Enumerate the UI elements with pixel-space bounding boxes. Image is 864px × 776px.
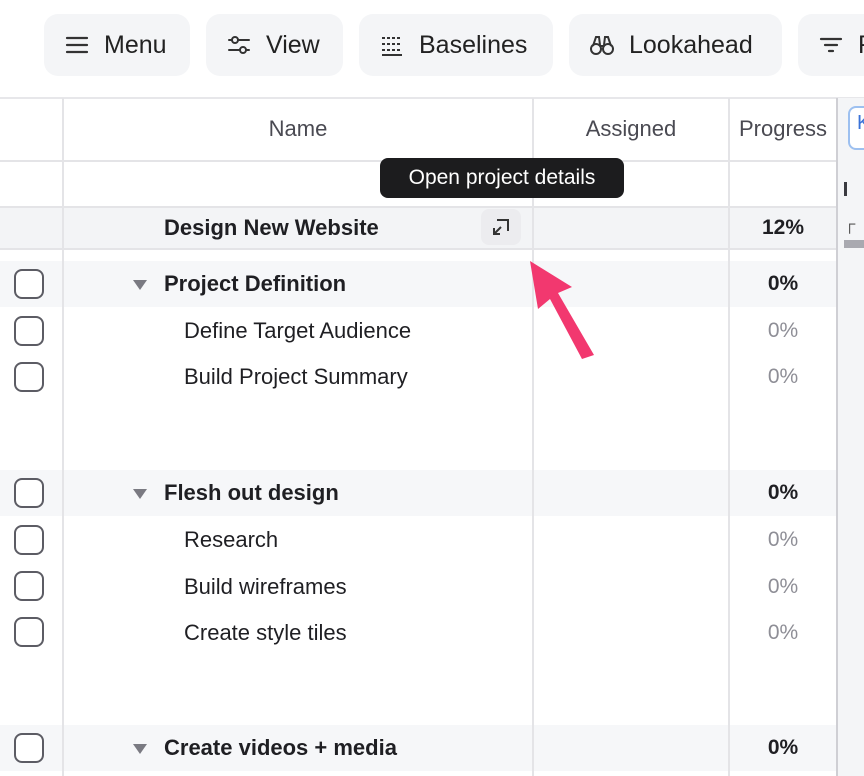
baselines-icon	[382, 37, 402, 56]
row-checkbox[interactable]	[14, 269, 44, 299]
group-name[interactable]: Flesh out design	[164, 480, 339, 506]
collapse-caret-icon[interactable]	[133, 744, 147, 754]
sliders-icon	[228, 36, 250, 54]
row-divider	[0, 248, 836, 250]
timeline-marker	[844, 182, 847, 196]
column-divider	[728, 98, 730, 776]
hamburger-icon	[65, 36, 89, 54]
gantt-panel-edge: K ┌	[836, 98, 864, 776]
group-name[interactable]: Project Definition	[164, 271, 346, 297]
view-button[interactable]: View	[206, 14, 343, 76]
binoculars-icon	[590, 36, 614, 55]
task-progress: 0%	[767, 621, 799, 644]
timeline-marker: ┌	[844, 216, 856, 233]
menu-label: Menu	[104, 30, 167, 59]
open-project-details-button[interactable]	[481, 209, 521, 245]
panel-toggle-label: K	[857, 112, 864, 134]
task-progress: 0%	[767, 365, 799, 388]
open-details-icon	[493, 219, 509, 235]
filter-button[interactable]: F	[798, 14, 864, 76]
project-row-bg	[0, 208, 836, 248]
row-checkbox[interactable]	[14, 617, 44, 647]
task-progress: 0%	[767, 528, 799, 551]
task-name[interactable]: Build Project Summary	[184, 364, 408, 390]
task-progress: 0%	[767, 319, 799, 342]
group-name[interactable]: Create videos + media	[164, 735, 397, 761]
column-header-assigned[interactable]: Assigned	[534, 98, 728, 160]
annotation-arrow-icon	[530, 261, 594, 359]
task-progress: 0%	[767, 575, 799, 598]
gantt-table: Name Assigned Progress Design New Websit…	[0, 98, 836, 776]
row-checkbox[interactable]	[14, 316, 44, 346]
baselines-button[interactable]: Baselines	[359, 14, 553, 76]
task-name[interactable]: Define Target Audience	[184, 318, 411, 344]
menu-button[interactable]: Menu	[44, 14, 190, 76]
row-checkbox[interactable]	[14, 525, 44, 555]
column-header-progress[interactable]: Progress	[730, 98, 836, 160]
task-name[interactable]: Create style tiles	[184, 620, 347, 646]
group-row-bg	[0, 725, 836, 771]
view-label: View	[266, 30, 320, 59]
project-name[interactable]: Design New Website	[164, 215, 379, 241]
row-checkbox[interactable]	[14, 571, 44, 601]
filter-label: F	[858, 31, 864, 60]
lookahead-button[interactable]: Lookahead	[569, 14, 782, 76]
group-progress: 0%	[767, 736, 799, 759]
group-progress: 0%	[767, 481, 799, 504]
timeline-bar[interactable]	[844, 240, 864, 248]
row-checkbox[interactable]	[14, 733, 44, 763]
project-progress: 12%	[761, 216, 805, 239]
column-divider	[532, 98, 534, 776]
group-row-bg	[0, 470, 836, 516]
row-divider	[0, 206, 836, 208]
row-checkbox[interactable]	[14, 478, 44, 508]
tooltip: Open project details	[380, 158, 624, 198]
collapse-caret-icon[interactable]	[133, 489, 147, 499]
group-row-bg	[0, 261, 836, 307]
row-checkbox[interactable]	[14, 362, 44, 392]
column-divider	[62, 98, 64, 776]
task-name[interactable]: Build wireframes	[184, 574, 347, 600]
collapse-caret-icon[interactable]	[133, 280, 147, 290]
baselines-label: Baselines	[419, 30, 528, 59]
lookahead-label: Lookahead	[629, 30, 753, 59]
task-name[interactable]: Research	[184, 527, 278, 553]
group-progress: 0%	[767, 272, 799, 295]
toolbar: Menu View Baselines Lookahead F	[0, 0, 864, 99]
filter-icon	[819, 37, 843, 53]
column-header-name[interactable]: Name	[64, 98, 532, 160]
